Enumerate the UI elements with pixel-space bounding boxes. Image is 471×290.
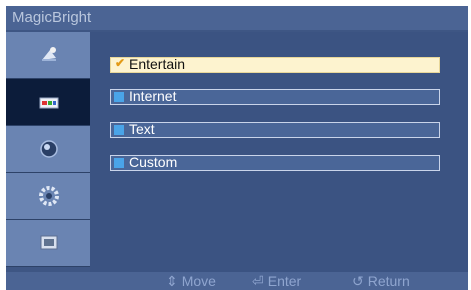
option-label: Internet — [129, 88, 177, 104]
osd-window: MagicBright ✔ Entertain Internet Text Cu… — [6, 6, 468, 290]
option-marker-icon — [114, 92, 124, 102]
option-label: Custom — [129, 154, 178, 170]
option-internet[interactable]: Internet — [110, 88, 440, 105]
sidebar-item-image[interactable] — [6, 126, 90, 173]
option-entertain[interactable]: ✔ Entertain — [110, 56, 440, 73]
option-marker-icon — [114, 158, 124, 168]
enter-hint: ⏎ Enter — [252, 273, 301, 290]
return-label: Return — [367, 273, 410, 289]
enter-icon: ⏎ — [252, 273, 264, 289]
check-icon: ✔ — [115, 56, 126, 70]
hint-bar: ⇕ Move ⏎ Enter ↺ Return — [6, 272, 468, 290]
move-hint: ⇕ Move — [166, 273, 216, 290]
option-label: Entertain — [129, 56, 186, 72]
move-label: Move — [181, 273, 216, 289]
option-custom[interactable]: Custom — [110, 154, 440, 171]
sidebar-item-setup[interactable] — [6, 173, 90, 220]
option-marker-icon — [114, 125, 124, 135]
option-text[interactable]: Text — [110, 121, 440, 138]
image-icon — [40, 140, 58, 158]
information-icon — [40, 235, 58, 250]
enter-label: Enter — [267, 273, 302, 289]
option-label: Text — [129, 121, 155, 137]
title-bar: MagicBright — [6, 6, 468, 30]
options-panel: ✔ Entertain Internet Text Custom — [90, 32, 468, 272]
color-icon — [39, 97, 59, 109]
sidebar-item-picture[interactable] — [6, 32, 90, 79]
setup-icon — [39, 186, 59, 206]
picture-icon — [42, 47, 56, 61]
return-icon: ↺ — [352, 273, 364, 289]
move-icon: ⇕ — [166, 273, 178, 289]
menu-title: MagicBright — [12, 9, 92, 26]
return-hint: ↺ Return — [352, 273, 410, 290]
sidebar — [6, 32, 90, 272]
sidebar-item-color[interactable] — [6, 79, 90, 126]
sidebar-item-information[interactable] — [6, 220, 90, 267]
